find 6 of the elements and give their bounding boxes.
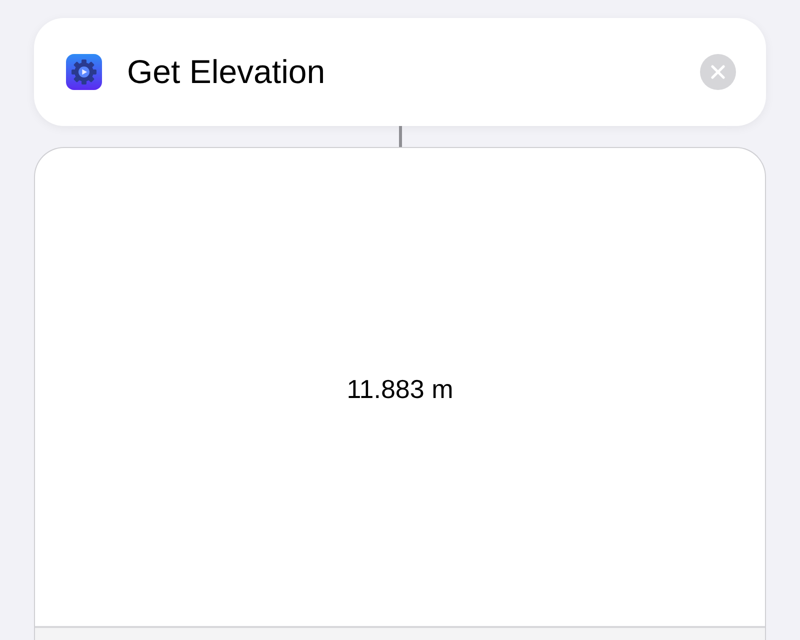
app-gear-icon	[66, 54, 102, 90]
close-icon	[711, 65, 725, 79]
connector-line	[399, 126, 402, 147]
elevation-value: 11.883 m	[346, 374, 454, 404]
clear-button[interactable]	[700, 54, 736, 90]
action-title: Get Elevation	[127, 53, 326, 91]
